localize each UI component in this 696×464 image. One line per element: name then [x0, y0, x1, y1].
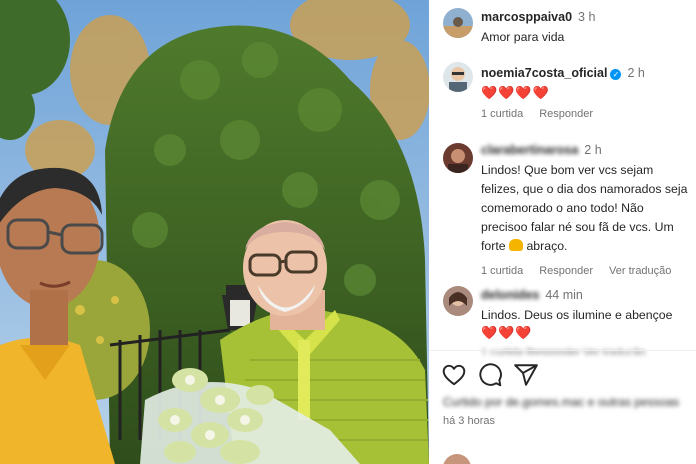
- avatar[interactable]: [443, 62, 473, 92]
- avatar[interactable]: [443, 8, 473, 38]
- reply-button[interactable]: Responder: [539, 265, 593, 277]
- avatar-photo-icon: [443, 286, 473, 316]
- reply-button[interactable]: Responder: [539, 108, 593, 120]
- avatar-photo-icon: [443, 143, 473, 173]
- avatar[interactable]: [443, 286, 473, 316]
- avatar-photo-icon: [443, 62, 473, 92]
- share-icon[interactable]: [513, 362, 539, 388]
- comment-username[interactable]: clarabertinarosa: [481, 143, 578, 157]
- likes-count[interactable]: 1 curtida: [481, 108, 523, 120]
- comment-username[interactable]: marcosppaiva0: [481, 10, 572, 24]
- comments-panel: marcosppaiva0 3 h Amor para vida noemia7c…: [429, 0, 696, 464]
- heart-icon[interactable]: [441, 362, 467, 388]
- comment-time[interactable]: 3 h: [578, 10, 595, 24]
- avatar-photo-icon: [443, 8, 473, 38]
- translate-button[interactable]: Ver tradução: [609, 265, 671, 277]
- comment-text: Lindos. Deus os ilumine e abençoe: [481, 308, 673, 322]
- comment-username[interactable]: noemia7costa_oficial: [481, 66, 607, 80]
- comment-time[interactable]: 2 h: [627, 66, 644, 80]
- verified-badge-icon: ✓: [610, 69, 622, 80]
- comment-text: Lindos! Que bom ver vcs sejam felizes, q…: [481, 161, 690, 256]
- divider: [429, 350, 696, 351]
- flexed-biceps-icon: [509, 239, 524, 251]
- liked-by[interactable]: Curtido por de.gomes.mac e outras pessoa…: [443, 395, 679, 409]
- comment-time[interactable]: 2 h: [584, 143, 601, 157]
- comment-icon[interactable]: [477, 362, 503, 388]
- liked-by-text: Curtido por de.gomes.mac e outras pessoa…: [443, 395, 680, 409]
- comment-hearts: ❤️❤️❤️: [481, 325, 533, 340]
- comment-text-part: abraço.: [526, 239, 568, 253]
- post-actions: [441, 362, 539, 388]
- avatar[interactable]: [443, 454, 471, 464]
- likes-count[interactable]: 1 curtida: [481, 265, 523, 277]
- post-timestamp[interactable]: há 3 horas: [443, 415, 495, 427]
- avatar-photo-icon: [443, 454, 471, 464]
- comment-text: Amor para vida: [481, 30, 565, 44]
- comment-time[interactable]: 44 min: [545, 288, 583, 302]
- comment-username[interactable]: delonides: [481, 288, 539, 302]
- post-photo: [0, 0, 429, 464]
- photo-illustration: [0, 0, 429, 464]
- cut-off-actions: 1 curtida Responder Ver tradução: [481, 347, 646, 355]
- comment-hearts: ❤️❤️❤️❤️: [481, 85, 550, 100]
- avatar[interactable]: [443, 143, 473, 173]
